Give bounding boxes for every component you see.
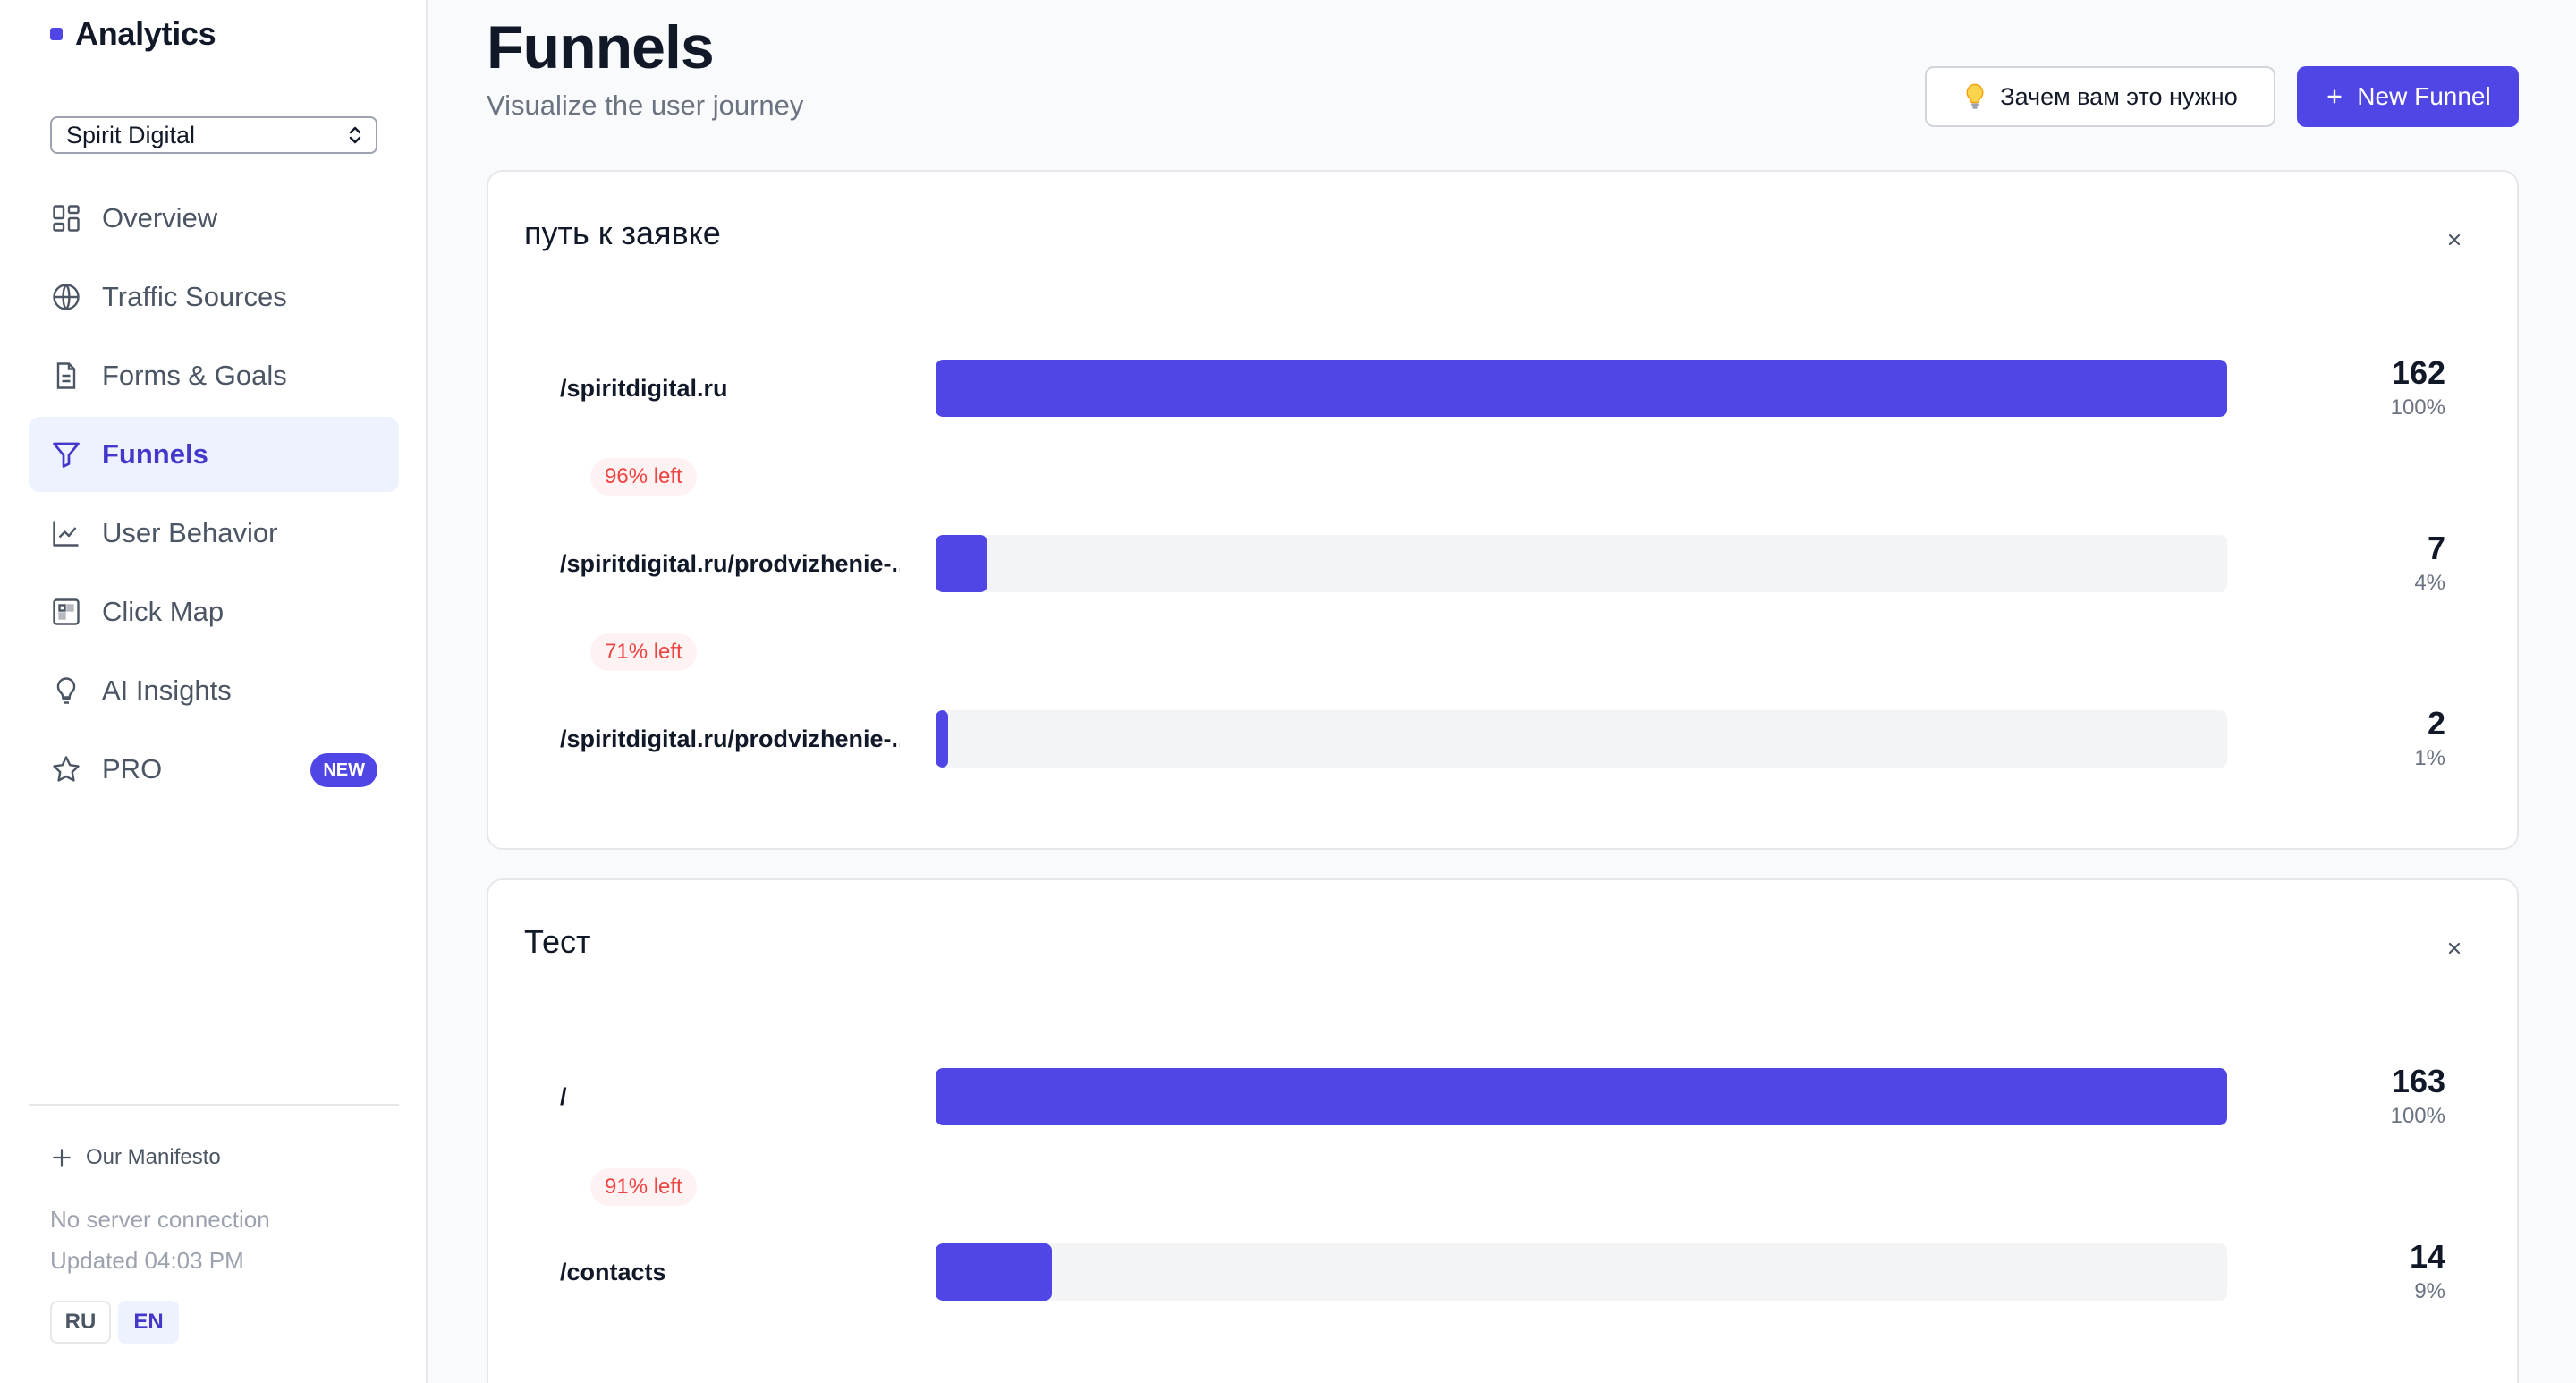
- click-map-icon: [50, 596, 82, 628]
- sidebar-item-label: Traffic Sources: [102, 281, 287, 312]
- funnel-step: /spiritdigital.ru 162 100%: [488, 354, 2517, 420]
- connection-status: No server connection: [50, 1206, 270, 1233]
- step-label: /spiritdigital.ru/prodvizhenie-...: [560, 725, 900, 752]
- step-bar: [936, 360, 2227, 417]
- page-title: Funnels: [487, 13, 715, 81]
- step-label: /spiritdigital.ru/prodvizhenie-...: [560, 549, 900, 577]
- funnel-step: /spiritdigital.ru/prodvizhenie-... 2 1%: [488, 705, 2517, 770]
- page-subtitle: Visualize the user journey: [487, 89, 804, 121]
- step-count: 7: [2427, 530, 2445, 566]
- sidebar-item-click-map[interactable]: Click Map: [29, 574, 399, 649]
- sidebar-item-label: User Behavior: [102, 517, 278, 548]
- sidebar: Analytics Spirit Digital Overview Traffi…: [0, 0, 428, 1383]
- step-count: 2: [2427, 705, 2445, 742]
- why-button-label: Зачем вам это нужно: [2000, 82, 2238, 110]
- step-track: [936, 360, 2227, 417]
- sidebar-item-label: Overview: [102, 202, 218, 233]
- dropoff-badge: 91% left: [590, 1168, 697, 1206]
- sidebar-item-label: Click Map: [102, 596, 225, 627]
- project-select-value: Spirit Digital: [66, 121, 196, 148]
- new-badge: NEW: [310, 753, 377, 787]
- sidebar-item-label: Forms & Goals: [102, 360, 287, 391]
- manifesto-link[interactable]: Our Manifesto: [50, 1145, 221, 1170]
- sidebar-item-label: Funnels: [102, 438, 208, 470]
- sidebar-item-funnels[interactable]: Funnels: [29, 417, 399, 492]
- step-count: 14: [2409, 1238, 2445, 1275]
- new-funnel-label: New Funnel: [2357, 82, 2491, 110]
- step-bar: [936, 1243, 1052, 1301]
- step-label: /: [560, 1082, 567, 1110]
- sidebar-divider: [29, 1104, 399, 1106]
- lang-ru-button[interactable]: RU: [50, 1301, 111, 1344]
- funnel-card: Тест / 163 100% 91% left /contacts 14 9%: [487, 878, 2519, 1383]
- lang-en-button[interactable]: EN: [118, 1301, 179, 1344]
- close-icon[interactable]: [2444, 938, 2465, 959]
- sidebar-item-label: PRO: [102, 753, 163, 785]
- language-switch: RU EN: [50, 1301, 179, 1344]
- plus-icon: [2327, 89, 2342, 104]
- step-percent: 9%: [2414, 1279, 2445, 1303]
- brand-title: Analytics: [75, 15, 216, 52]
- globe-icon: [50, 281, 82, 313]
- close-icon[interactable]: [2444, 229, 2465, 250]
- logo-icon: [50, 28, 63, 40]
- sidebar-item-overview[interactable]: Overview: [29, 181, 399, 256]
- star-icon: [50, 753, 82, 785]
- select-chevrons-icon: [349, 126, 361, 144]
- last-updated: Updated 04:03 PM: [50, 1247, 244, 1274]
- document-icon: [50, 360, 82, 392]
- step-track: [936, 1068, 2227, 1125]
- line-chart-icon: [50, 517, 82, 549]
- plus-icon: [53, 1149, 71, 1167]
- funnel-step: /spiritdigital.ru/prodvizhenie-... 7 4%: [488, 530, 2517, 595]
- step-label: /contacts: [560, 1258, 666, 1285]
- step-bar: [936, 535, 987, 592]
- step-track: [936, 535, 2227, 592]
- step-bar: [936, 1068, 2227, 1125]
- why-button[interactable]: Зачем вам это нужно: [1925, 66, 2275, 127]
- funnel-step: / 163 100%: [488, 1063, 2517, 1128]
- sidebar-item-pro[interactable]: PRO NEW: [29, 732, 399, 807]
- step-percent: 100%: [2390, 1104, 2445, 1128]
- lightbulb-icon: [50, 675, 82, 707]
- funnel-card: путь к заявке /spiritdigital.ru 162 100%…: [487, 170, 2519, 850]
- funnel-icon: [50, 438, 82, 471]
- sidebar-item-user-behavior[interactable]: User Behavior: [29, 496, 399, 571]
- step-track: [936, 1243, 2227, 1301]
- dropoff-badge: 71% left: [590, 633, 697, 671]
- funnel-step: /contacts 14 9%: [488, 1238, 2517, 1303]
- sidebar-item-label: AI Insights: [102, 675, 232, 706]
- new-funnel-button[interactable]: New Funnel: [2297, 66, 2519, 127]
- main-content: Funnels Visualize the user journey Зачем…: [429, 0, 2576, 1383]
- lightbulb-icon: [1966, 83, 1984, 109]
- step-percent: 100%: [2390, 395, 2445, 420]
- step-bar: [936, 710, 948, 768]
- grid-icon: [50, 202, 82, 234]
- project-select[interactable]: Spirit Digital: [50, 116, 377, 154]
- step-track: [936, 710, 2227, 768]
- step-count: 163: [2391, 1063, 2445, 1099]
- step-percent: 4%: [2414, 571, 2445, 595]
- sidebar-item-ai-insights[interactable]: AI Insights: [29, 653, 399, 728]
- sidebar-item-traffic-sources[interactable]: Traffic Sources: [29, 259, 399, 335]
- sidebar-item-forms-goals[interactable]: Forms & Goals: [29, 338, 399, 413]
- brand[interactable]: Analytics: [50, 14, 216, 54]
- sidebar-nav: Overview Traffic Sources Forms & Goals F…: [29, 181, 399, 810]
- step-percent: 1%: [2414, 746, 2445, 770]
- dropoff-badge: 96% left: [590, 458, 697, 496]
- step-count: 162: [2391, 354, 2445, 391]
- step-label: /spiritdigital.ru: [560, 374, 728, 402]
- funnel-title: Тест: [524, 923, 591, 960]
- funnel-title: путь к заявке: [524, 215, 721, 251]
- manifesto-label: Our Manifesto: [86, 1145, 221, 1169]
